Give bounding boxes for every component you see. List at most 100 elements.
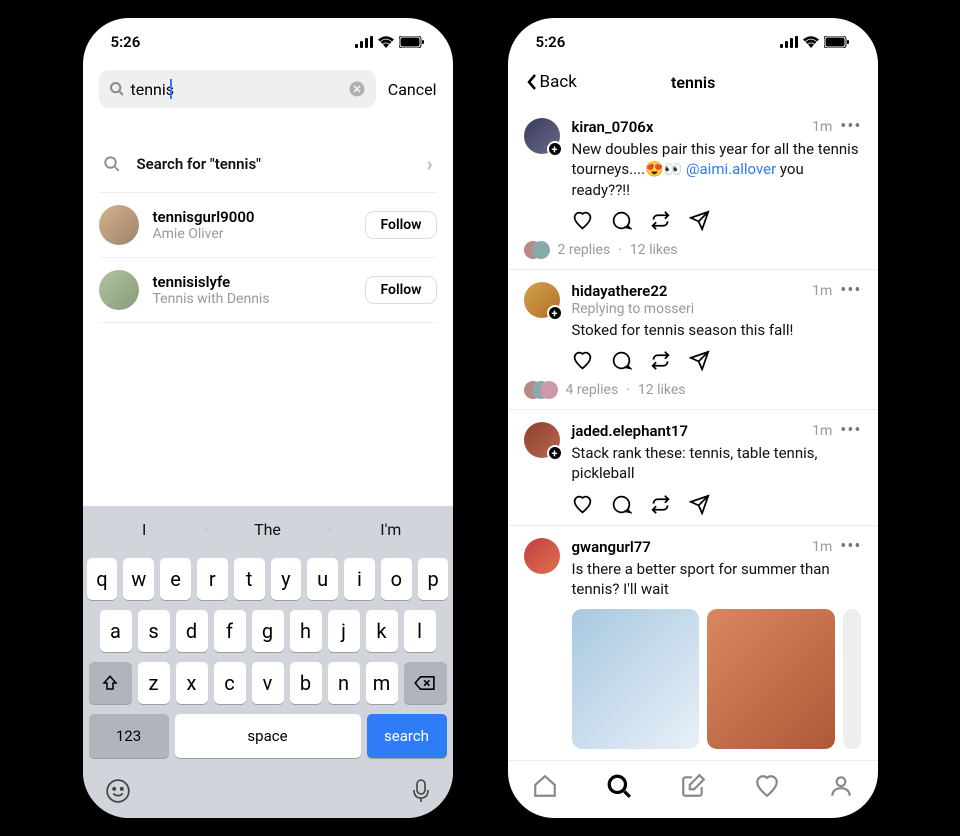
post-meta[interactable]: 2 replies · 12 likes: [524, 241, 862, 259]
key-space[interactable]: space: [175, 714, 361, 758]
cancel-button[interactable]: Cancel: [388, 80, 437, 99]
post-image[interactable]: [707, 609, 835, 749]
mention-link[interactable]: @aimi.allover: [686, 160, 776, 178]
post-username[interactable]: hidayathere22: [572, 282, 668, 300]
more-icon[interactable]: •••: [840, 122, 861, 132]
home-icon[interactable]: [532, 773, 558, 799]
key-123[interactable]: 123: [89, 714, 169, 758]
key-y[interactable]: y: [271, 558, 302, 600]
suggestion[interactable]: The: [206, 520, 329, 539]
follow-plus-icon[interactable]: +: [547, 141, 563, 157]
suggestion[interactable]: I: [83, 520, 206, 539]
repost-icon[interactable]: [650, 210, 671, 231]
comment-icon[interactable]: [611, 494, 632, 515]
mic-icon[interactable]: [411, 778, 431, 810]
share-icon[interactable]: [689, 494, 710, 515]
post-meta[interactable]: 4 replies · 12 likes: [524, 381, 862, 399]
post[interactable]: + jaded.elephant17 1m ••• Stack rank the…: [508, 410, 878, 526]
post-username[interactable]: gwangurl77: [572, 538, 651, 556]
key-l[interactable]: l: [404, 610, 436, 652]
post-text: Is there a better sport for summer than …: [572, 559, 862, 600]
key-e[interactable]: e: [160, 558, 191, 600]
like-icon[interactable]: [572, 494, 593, 515]
key-q[interactable]: q: [87, 558, 118, 600]
user-result-row[interactable]: tennisislyfe Tennis with Dennis Follow: [83, 258, 453, 322]
likes-count[interactable]: 12 likes: [630, 242, 678, 258]
key-s[interactable]: s: [138, 610, 170, 652]
replying-to[interactable]: Replying to mosseri: [572, 301, 862, 317]
post-text: New doubles pair this year for all the t…: [572, 139, 862, 200]
post[interactable]: + hidayathere22 1m ••• Replying to mosse…: [508, 270, 878, 410]
key-z[interactable]: z: [138, 662, 170, 704]
search-input-box[interactable]: tennis: [99, 70, 376, 108]
follow-plus-icon[interactable]: +: [547, 305, 563, 321]
replies-count[interactable]: 4 replies: [566, 382, 619, 398]
key-r[interactable]: r: [197, 558, 228, 600]
profile-icon[interactable]: [828, 773, 854, 799]
post-image[interactable]: [572, 609, 700, 749]
post-images[interactable]: [572, 609, 862, 749]
avatar[interactable]: [524, 538, 560, 574]
keyboard[interactable]: I The I'm q w e r t y u i o p a s d f: [83, 506, 453, 818]
key-a[interactable]: a: [100, 610, 132, 652]
key-n[interactable]: n: [328, 662, 360, 704]
like-icon[interactable]: [572, 210, 593, 231]
more-icon[interactable]: •••: [840, 286, 861, 296]
key-search[interactable]: search: [367, 714, 447, 758]
result-displayname: Tennis with Dennis: [153, 291, 352, 307]
post-username[interactable]: kiran_0706x: [572, 118, 654, 136]
key-p[interactable]: p: [418, 558, 449, 600]
share-icon[interactable]: [689, 350, 710, 371]
key-g[interactable]: g: [252, 610, 284, 652]
avatar[interactable]: +: [524, 282, 560, 318]
key-i[interactable]: i: [344, 558, 375, 600]
follow-button[interactable]: Follow: [365, 276, 436, 304]
compose-icon[interactable]: [680, 773, 706, 799]
heart-icon[interactable]: [754, 773, 780, 799]
post[interactable]: gwangurl77 1m ••• Is there a better spor…: [508, 526, 878, 760]
key-u[interactable]: u: [307, 558, 338, 600]
key-k[interactable]: k: [366, 610, 398, 652]
key-v[interactable]: v: [252, 662, 284, 704]
replies-count[interactable]: 2 replies: [558, 242, 611, 258]
key-backspace[interactable]: [404, 662, 447, 704]
key-j[interactable]: j: [328, 610, 360, 652]
key-x[interactable]: x: [176, 662, 208, 704]
key-f[interactable]: f: [214, 610, 246, 652]
post[interactable]: + kiran_0706x 1m ••• New doubles pair th…: [508, 106, 878, 270]
like-icon[interactable]: [572, 350, 593, 371]
post-image[interactable]: [843, 609, 862, 749]
search-icon[interactable]: [606, 773, 632, 799]
more-icon[interactable]: •••: [840, 426, 861, 436]
search-for-row[interactable]: Search for "tennis" ›: [83, 136, 453, 192]
follow-button[interactable]: Follow: [365, 211, 436, 239]
clear-icon[interactable]: [348, 80, 366, 98]
key-b[interactable]: b: [290, 662, 322, 704]
repost-icon[interactable]: [650, 350, 671, 371]
key-t[interactable]: t: [234, 558, 265, 600]
key-d[interactable]: d: [176, 610, 208, 652]
repost-icon[interactable]: [650, 494, 671, 515]
more-icon[interactable]: •••: [840, 542, 861, 552]
share-icon[interactable]: [689, 210, 710, 231]
battery-icon: [824, 36, 850, 48]
avatar[interactable]: +: [524, 118, 560, 154]
keyboard-row-2: a s d f g h j k l: [87, 610, 449, 652]
avatar[interactable]: +: [524, 422, 560, 458]
key-c[interactable]: c: [214, 662, 246, 704]
follow-plus-icon[interactable]: +: [547, 445, 563, 461]
suggestion[interactable]: I'm: [329, 520, 452, 539]
key-o[interactable]: o: [381, 558, 412, 600]
feed-body[interactable]: + kiran_0706x 1m ••• New doubles pair th…: [508, 106, 878, 760]
key-shift[interactable]: [89, 662, 132, 704]
emoji-icon[interactable]: [105, 778, 131, 810]
key-h[interactable]: h: [290, 610, 322, 652]
comment-icon[interactable]: [611, 350, 632, 371]
key-w[interactable]: w: [123, 558, 154, 600]
post-username[interactable]: jaded.elephant17: [572, 422, 689, 440]
likes-count[interactable]: 12 likes: [638, 382, 686, 398]
phone-search-screen: 5:26 tennis Cancel Search for "tennis" ›: [83, 18, 453, 818]
key-m[interactable]: m: [366, 662, 398, 704]
comment-icon[interactable]: [611, 210, 632, 231]
user-result-row[interactable]: tennisgurl9000 Amie Oliver Follow: [83, 193, 453, 257]
